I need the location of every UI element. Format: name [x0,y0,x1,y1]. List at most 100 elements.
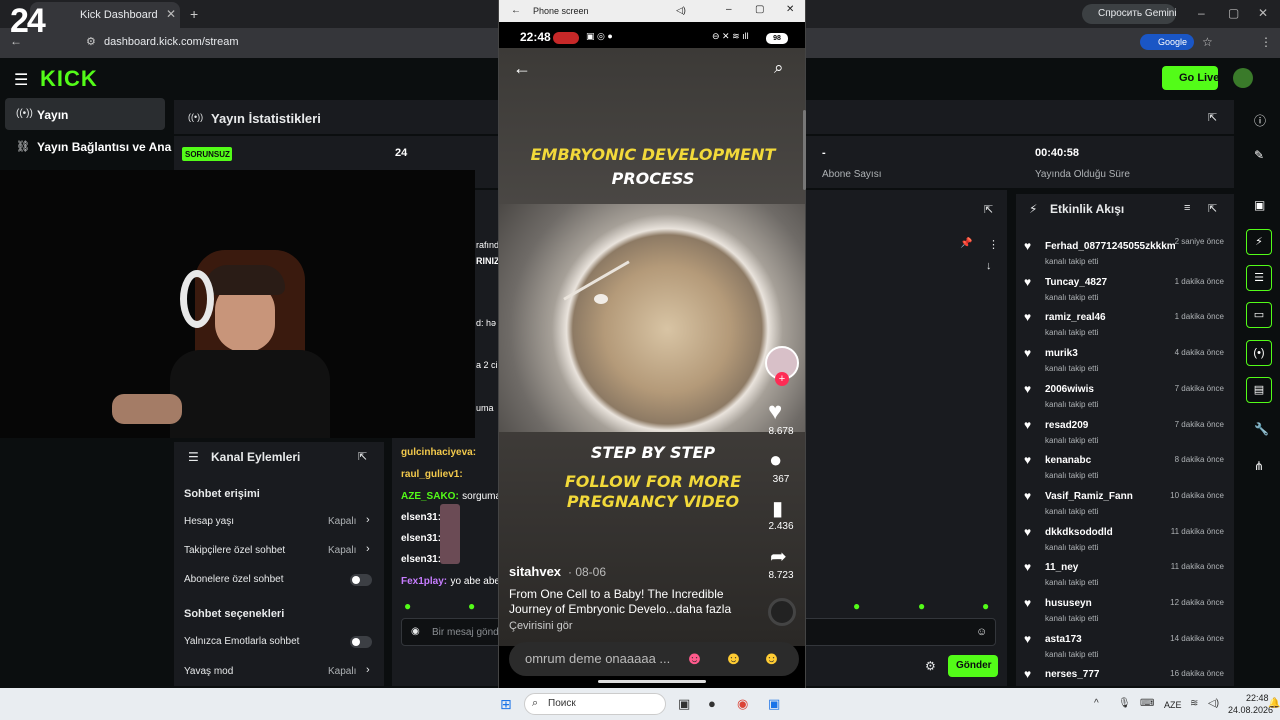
bookmark-icon[interactable]: ▮ [772,496,783,521]
list-icon[interactable]: ☰ [1246,265,1272,291]
chat-username[interactable]: elsen31: [401,533,441,544]
chevron-right-icon[interactable]: › [366,664,370,676]
event-item[interactable]: ♥ ramiz_real46 kanalı takip etti 1 dakika ö… [1016,307,1234,341]
event-item[interactable]: ♥ murik3 kanalı takip etti 4 dakika önce [1016,343,1234,377]
notifications-icon[interactable]: 🔔 [1268,698,1280,709]
search-icon[interactable]: ⌕ [774,58,784,78]
emote-only-toggle[interactable] [350,636,372,648]
emote-icon[interactable]: ● [468,599,475,613]
hamburger-menu-icon[interactable]: ☰ [14,70,28,90]
broadcast-icon[interactable]: (•) [1246,340,1272,366]
microphone-icon[interactable]: 🎙 [1118,698,1131,709]
popout-icon[interactable]: ⇱ [1208,111,1217,124]
browser-menu-icon[interactable]: ⋮ [1260,35,1272,49]
event-item[interactable]: ♥ resad209 kanalı takip etti 7 dakika önce [1016,415,1234,449]
chrome-icon[interactable]: ◉ [737,696,748,712]
laugh-emoji-icon[interactable]: ☻ [724,648,743,669]
taskbar-search[interactable] [524,693,666,715]
edit-icon[interactable]: ✎ [1254,148,1264,162]
new-tab-icon[interactable]: + [190,6,198,22]
windows-start-icon[interactable]: ⊞ [500,696,512,713]
keyboard-icon[interactable]: ⌨ [1140,698,1154,709]
chat-username[interactable]: elsen31: [401,554,441,565]
task-view-icon[interactable]: ▣ [678,696,690,712]
pin-icon[interactable]: 📌 [960,238,972,249]
lightning-icon[interactable]: ⚡ [1246,229,1272,255]
emote-icon[interactable]: ● [918,599,925,613]
event-item[interactable]: ♥ dkkdksododld kanalı takip etti 11 dakika … [1016,522,1234,556]
chat-icon[interactable]: ▭ [1246,302,1272,328]
layout-icon[interactable]: ▤ [1246,377,1272,403]
event-item[interactable]: ♥Ferhad_08771245055zkkkmkmkanalı takip e… [1016,236,1234,270]
speaker-icon[interactable]: ◁) [676,5,686,16]
back-icon[interactable]: ← [511,5,521,16]
emote-icon[interactable]: ● [404,599,411,613]
music-disc-icon[interactable] [768,598,796,626]
event-item[interactable]: ♥ asta173 kanalı takip etti 14 dakika önce [1016,629,1234,663]
slow-mode-value[interactable]: Kapalı [328,666,356,677]
home-indicator[interactable] [598,680,706,683]
tray-chevron-icon[interactable]: ^ [1094,698,1099,709]
emote-icon[interactable]: ● [982,599,989,613]
maximize-icon[interactable]: ▢ [1228,6,1239,20]
video-author[interactable]: sitahvex [509,564,561,579]
subscribers-chat-toggle[interactable] [350,574,372,586]
event-item[interactable]: ♥ kenanabc kanalı takip etti 8 dakika önce [1016,450,1234,484]
event-item[interactable]: ♥nerses_777kanalı takip etti16 dakika ön… [1016,664,1234,682]
translate-link[interactable]: Çevirisini gör [509,620,573,632]
more-icon[interactable]: ⋮ [988,238,999,251]
account-age-value[interactable]: Kapalı [328,516,356,527]
sidebar-item-stream-key[interactable]: Yayın Bağlantısı ve Anahtar [37,140,172,154]
share-icon[interactable]: ⋔ [1254,459,1264,473]
share-arrow-icon[interactable]: ➦ [770,544,787,569]
close-tab-icon[interactable]: ✕ [166,7,176,21]
emote-icon[interactable]: ● [853,599,860,613]
chat-username[interactable]: elsen31: [401,512,441,523]
comment-icon[interactable]: ● [769,447,782,473]
volume-icon[interactable]: ◁) [1208,698,1219,709]
event-item[interactable]: ♥ Tuncay_4827 kanalı takip etti 1 dakika ön… [1016,272,1234,306]
bookmark-star-icon[interactable]: ☆ [1202,35,1213,49]
app-icon[interactable]: ▣ [768,696,780,712]
video-description[interactable]: From One Cell to a Baby! The Incredible … [509,587,749,617]
minimize-icon[interactable]: – [1198,6,1205,20]
window-close-icon[interactable]: ✕ [786,4,794,15]
chevron-right-icon[interactable]: › [366,514,370,526]
avatar[interactable] [1233,68,1253,88]
taskbar-date[interactable]: 24.08.2026 [1228,705,1273,715]
url-text[interactable]: dashboard.kick.com/stream [104,36,239,48]
popout-icon[interactable]: ⇱ [1208,202,1217,215]
emoji-icon[interactable]: ☺ [976,626,987,638]
popout-icon[interactable]: ⇱ [358,450,367,463]
chat-username[interactable]: raul_guliev1: [401,469,463,480]
app-icon[interactable]: ● [708,696,716,711]
popout-icon[interactable]: ⇱ [984,203,993,216]
maximize-icon[interactable]: ▢ [755,4,764,15]
surprised-emoji-icon[interactable]: ☻ [762,648,781,669]
chat-username[interactable]: AZE_SAKO: [401,491,459,502]
followers-chat-value[interactable]: Kapalı [328,545,356,556]
heart-icon[interactable]: ♥ [768,398,782,426]
minimize-icon[interactable]: – [726,4,732,15]
site-info-icon[interactable]: ⚙ [86,35,96,48]
event-item[interactable]: ♥ 2006wiwis kanalı takip etti 7 dakika önce [1016,379,1234,413]
event-item[interactable]: ♥ Vasif_Ramiz_Fann kanalı takip etti 10 dak… [1016,486,1234,520]
input-language[interactable]: AZE [1164,700,1182,710]
settings-gear-icon[interactable]: ⚙ [925,659,936,673]
scrollbar[interactable] [803,110,806,190]
chevron-right-icon[interactable]: › [366,543,370,555]
info-icon[interactable]: ⓘ [1254,112,1266,129]
video-icon[interactable]: ▣ [1254,198,1265,212]
event-item[interactable]: ♥ 11_ney kanalı takip etti 11 dakika önce [1016,557,1234,591]
chat-username[interactable]: gulcinhaciyeva: [401,447,476,458]
follow-plus-icon[interactable]: + [775,372,789,386]
back-arrow-icon[interactable]: ← [513,58,531,79]
event-item[interactable]: ♥ hususeyn kanalı takip etti 12 dakika önce [1016,593,1234,627]
window-close-icon[interactable]: ✕ [1258,6,1268,20]
wrench-icon[interactable]: 🔧 [1254,422,1269,436]
scroll-down-icon[interactable]: ↓ [986,260,992,272]
filter-icon[interactable]: ≡ [1184,202,1190,214]
wifi-icon[interactable]: ≋ [1190,698,1198,709]
kick-logo[interactable]: KICK [40,66,98,92]
chat-username[interactable]: Fex1play: [401,576,447,587]
